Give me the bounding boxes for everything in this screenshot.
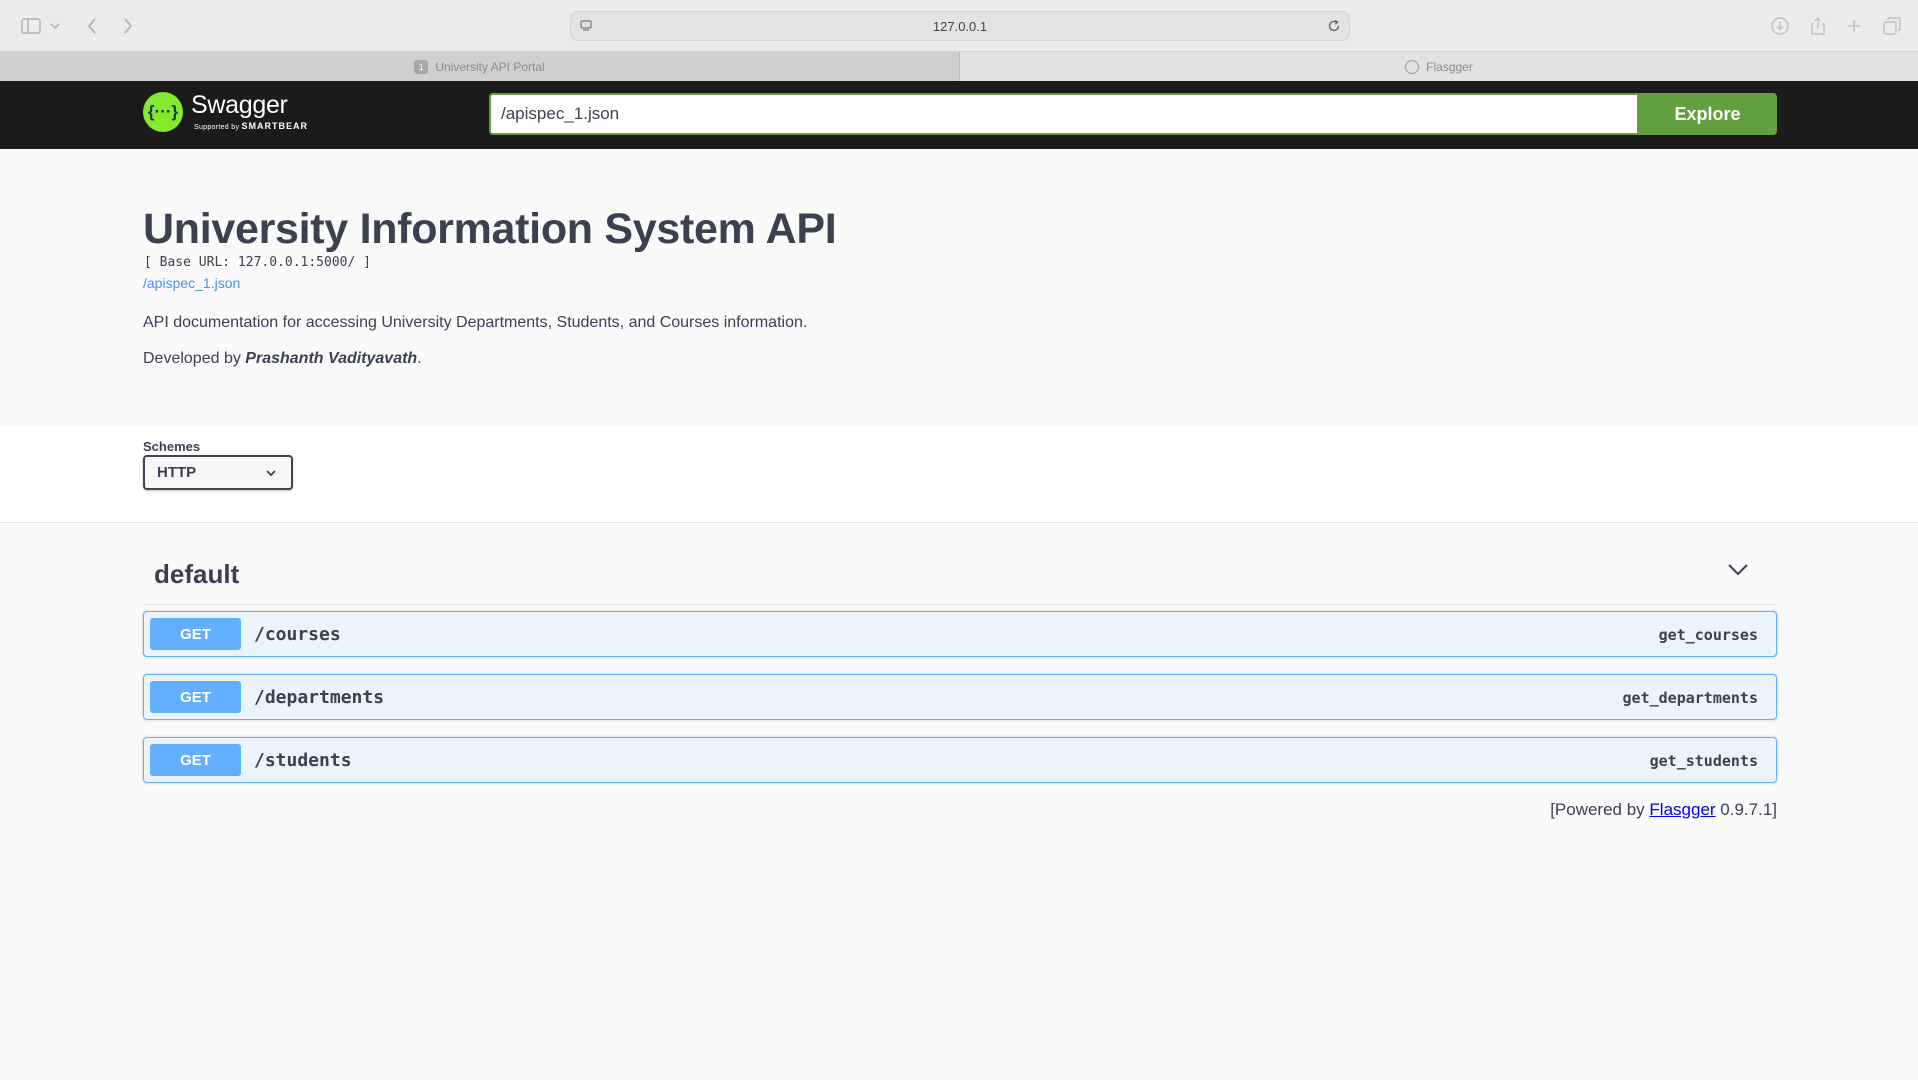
operation-id: get_departments bbox=[1622, 689, 1758, 707]
operation-path: /departments bbox=[254, 687, 385, 708]
swagger-topbar: {···} Swagger Supported by SMARTBEAR Exp… bbox=[0, 81, 1918, 149]
share-icon[interactable] bbox=[1806, 14, 1830, 38]
explore-button[interactable]: Explore bbox=[1638, 93, 1777, 135]
forward-icon[interactable] bbox=[116, 14, 140, 38]
tab-overview-icon[interactable] bbox=[1880, 14, 1904, 38]
logo-subtitle: Supported by SMARTBEAR bbox=[194, 121, 308, 131]
swagger-logo-icon: {···} bbox=[143, 92, 183, 132]
page-title: University Information System API bbox=[143, 205, 837, 253]
back-icon[interactable] bbox=[80, 14, 104, 38]
tab-bar: 1 University API Portal Flasgger bbox=[0, 51, 1918, 81]
schemes-select[interactable]: HTTP bbox=[143, 455, 293, 490]
api-description: API documentation for accessing Universi… bbox=[143, 314, 808, 331]
operation-id: get_courses bbox=[1658, 626, 1758, 644]
operation-path: /courses bbox=[254, 624, 341, 645]
tab-label: Flasgger bbox=[1426, 59, 1473, 74]
schemes-selected-value: HTTP bbox=[157, 464, 197, 481]
new-tab-icon[interactable] bbox=[1842, 14, 1866, 38]
developer-credit: Developed by Prashanth Vadityavath. bbox=[143, 350, 422, 367]
base-url: [ Base URL: 127.0.0.1:5000/ ] bbox=[144, 255, 371, 270]
tab-favicon-icon: 1 bbox=[414, 59, 429, 74]
browser-toolbar: 127.0.0.1 bbox=[0, 0, 1918, 51]
tab-label: University API Portal bbox=[435, 59, 545, 74]
flasgger-link[interactable]: Flasgger bbox=[1649, 800, 1715, 819]
chevron-down-icon[interactable] bbox=[48, 14, 62, 38]
operation-get-courses[interactable]: GET /courses get_courses bbox=[143, 611, 1777, 657]
tab-flasgger[interactable]: Flasgger bbox=[960, 52, 1918, 81]
swagger-logo[interactable]: {···} Swagger Supported by SMARTBEAR bbox=[143, 92, 308, 132]
developer-name: Prashanth Vadityavath bbox=[245, 350, 418, 367]
tab-university-api-portal[interactable]: 1 University API Portal bbox=[0, 52, 960, 81]
sidebar-toggle-icon[interactable] bbox=[19, 14, 43, 38]
schemes-label: Schemes bbox=[143, 439, 201, 454]
chevron-down-icon[interactable] bbox=[1727, 563, 1749, 582]
method-badge: GET bbox=[150, 744, 241, 776]
operation-path: /students bbox=[254, 750, 352, 771]
operation-get-departments[interactable]: GET /departments get_departments bbox=[143, 674, 1777, 720]
globe-icon bbox=[1405, 59, 1420, 74]
operation-id: get_students bbox=[1649, 752, 1758, 770]
spec-url-input[interactable] bbox=[489, 93, 1639, 135]
downloads-icon[interactable] bbox=[1768, 14, 1792, 38]
address-text: 127.0.0.1 bbox=[932, 19, 988, 34]
method-badge: GET bbox=[150, 681, 241, 713]
logo-name: Swagger bbox=[191, 91, 288, 119]
operation-get-students[interactable]: GET /students get_students bbox=[143, 737, 1777, 783]
tag-title: default bbox=[154, 559, 240, 589]
reload-icon[interactable] bbox=[1327, 19, 1341, 38]
powered-by: [Powered by Flasgger 0.9.7.1] bbox=[1550, 800, 1777, 819]
spec-link[interactable]: /apispec_1.json bbox=[143, 275, 240, 291]
method-badge: GET bbox=[150, 618, 241, 650]
address-bar[interactable]: 127.0.0.1 bbox=[570, 11, 1350, 41]
tag-section-header[interactable]: default bbox=[143, 545, 1777, 605]
schemes-section: Schemes HTTP bbox=[0, 426, 1918, 523]
chevron-down-icon bbox=[265, 466, 277, 483]
